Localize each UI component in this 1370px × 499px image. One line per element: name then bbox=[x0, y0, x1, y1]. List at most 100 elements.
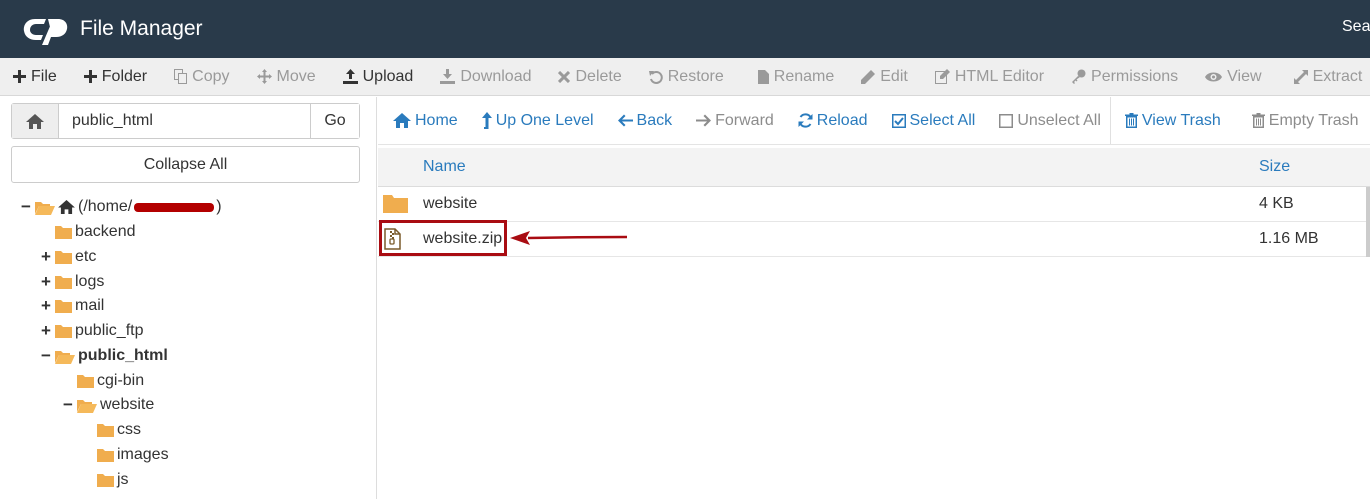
unselect-all-button[interactable]: Unselect All bbox=[984, 97, 1110, 144]
view-button[interactable]: View bbox=[1192, 58, 1275, 95]
home-button[interactable]: Home bbox=[378, 97, 467, 144]
app-title: File Manager bbox=[80, 17, 203, 40]
column-header-size[interactable]: Size bbox=[1259, 158, 1290, 176]
tree-item-label: mail bbox=[75, 297, 105, 314]
edit-label: Edit bbox=[880, 67, 908, 85]
back-button[interactable]: Back bbox=[603, 97, 682, 144]
directory-tree: − (/home/) backend + etc + logs + mail +… bbox=[0, 194, 376, 499]
times-icon bbox=[558, 70, 571, 83]
copy-button[interactable]: Copy bbox=[161, 58, 243, 95]
pencil-icon bbox=[861, 69, 876, 84]
folder-label: Folder bbox=[101, 67, 148, 85]
extract-label: Extract bbox=[1312, 67, 1363, 85]
collapse-toggle[interactable]: − bbox=[40, 346, 52, 366]
download-button[interactable]: Download bbox=[427, 58, 545, 95]
expand-icon bbox=[1293, 69, 1308, 84]
download-label: Download bbox=[460, 67, 532, 85]
go-button[interactable]: Go bbox=[310, 104, 359, 138]
arrow-right-icon bbox=[696, 114, 712, 127]
table-row[interactable]: website 4 KB bbox=[378, 187, 1370, 222]
select-all-label: Select All bbox=[909, 111, 976, 129]
tree-item-mail[interactable]: + mail bbox=[40, 294, 104, 318]
empty-trash-button[interactable]: Empty Trash bbox=[1230, 97, 1368, 144]
collapse-toggle[interactable]: − bbox=[62, 395, 74, 415]
new-folder-button[interactable]: Folder bbox=[71, 58, 161, 95]
tree-item-images[interactable]: images bbox=[82, 443, 169, 467]
tree-item-home[interactable]: − (/home/) bbox=[20, 195, 222, 219]
tree-item-logs[interactable]: + logs bbox=[40, 270, 104, 294]
tree-item-public-html[interactable]: − public_html bbox=[40, 344, 168, 368]
upload-label: Upload bbox=[362, 67, 414, 85]
tree-item-backend[interactable]: backend bbox=[40, 220, 136, 244]
folder-open-icon bbox=[55, 349, 75, 364]
folder-open-icon bbox=[77, 398, 97, 413]
tree-item-js[interactable]: js bbox=[82, 468, 129, 492]
trash-icon bbox=[1124, 113, 1138, 128]
forward-label: Forward bbox=[715, 111, 774, 129]
delete-button[interactable]: Delete bbox=[545, 58, 635, 95]
column-header-name[interactable]: Name bbox=[423, 158, 466, 176]
tree-item-label: public_ftp bbox=[75, 322, 144, 339]
restore-button[interactable]: Restore bbox=[636, 58, 738, 95]
table-header: Name Size bbox=[378, 148, 1370, 187]
move-button[interactable]: Move bbox=[244, 58, 330, 95]
back-label: Back bbox=[636, 111, 673, 129]
delete-label: Delete bbox=[575, 67, 622, 85]
checkbox-empty-icon bbox=[999, 113, 1014, 128]
folder-icon bbox=[97, 448, 114, 462]
up-one-level-label: Up One Level bbox=[495, 111, 594, 129]
move-label: Move bbox=[276, 67, 316, 85]
tree-item-label: backend bbox=[75, 223, 136, 240]
tree-item-label: (/home/ bbox=[78, 198, 133, 215]
redacted-username bbox=[134, 202, 215, 212]
permissions-button[interactable]: Permissions bbox=[1058, 58, 1192, 95]
rename-button[interactable]: Rename bbox=[738, 58, 848, 95]
tree-item-website[interactable]: − website bbox=[62, 393, 154, 417]
tree-item-label: cgi-bin bbox=[97, 372, 145, 389]
tree-item-public-ftp[interactable]: + public_ftp bbox=[40, 319, 144, 343]
folder-icon bbox=[55, 299, 72, 313]
upload-icon bbox=[342, 69, 358, 84]
permissions-label: Permissions bbox=[1091, 67, 1179, 85]
search-link[interactable]: Search bbox=[1342, 18, 1370, 36]
file-icon bbox=[757, 69, 769, 84]
extract-button[interactable]: Extract bbox=[1276, 58, 1370, 95]
view-trash-button[interactable]: View Trash bbox=[1111, 97, 1230, 144]
main-toolbar: File Folder Copy Move Upload Download De… bbox=[0, 58, 1370, 96]
download-icon bbox=[440, 69, 456, 84]
reload-button[interactable]: Reload bbox=[783, 97, 877, 144]
empty-trash-label: Empty Trash bbox=[1268, 111, 1359, 129]
unselect-all-label: Unselect All bbox=[1017, 111, 1101, 129]
tree-item-label: css bbox=[117, 421, 141, 438]
home-icon bbox=[58, 200, 75, 214]
new-file-button[interactable]: File bbox=[0, 58, 71, 95]
tree-item-etc[interactable]: + etc bbox=[40, 245, 96, 269]
expand-toggle[interactable]: + bbox=[40, 296, 52, 316]
folder-icon bbox=[55, 250, 72, 264]
restore-label: Restore bbox=[667, 67, 724, 85]
expand-toggle[interactable]: + bbox=[40, 247, 52, 267]
navigation-bar: Home Up One Level Back Forward Reload Se… bbox=[378, 97, 1370, 145]
scrollbar-thumb[interactable] bbox=[1366, 187, 1370, 222]
collapse-all-button[interactable]: Collapse All bbox=[11, 146, 360, 183]
select-all-button[interactable]: Select All bbox=[877, 97, 985, 144]
tree-item-css[interactable]: css bbox=[82, 418, 141, 442]
home-directory-button[interactable] bbox=[12, 104, 59, 138]
annotation-highlight-box bbox=[379, 220, 507, 256]
file-size: 1.16 MB bbox=[1259, 230, 1319, 247]
edit-button[interactable]: Edit bbox=[848, 58, 922, 95]
tree-item-cgi-bin[interactable]: cgi-bin bbox=[62, 369, 144, 393]
up-one-level-button[interactable]: Up One Level bbox=[467, 97, 603, 144]
annotation-arrow-icon bbox=[510, 231, 628, 245]
expand-toggle[interactable]: + bbox=[40, 321, 52, 341]
scrollbar-thumb[interactable] bbox=[1366, 222, 1370, 257]
key-icon bbox=[1071, 69, 1086, 84]
forward-button[interactable]: Forward bbox=[681, 97, 783, 144]
html-editor-button[interactable]: HTML Editor bbox=[922, 58, 1058, 95]
upload-button[interactable]: Upload bbox=[330, 58, 428, 95]
collapse-toggle[interactable]: − bbox=[20, 197, 32, 217]
plus-icon bbox=[13, 70, 26, 83]
expand-toggle[interactable]: + bbox=[40, 272, 52, 292]
path-input[interactable] bbox=[59, 104, 310, 138]
eye-icon bbox=[1205, 71, 1223, 83]
